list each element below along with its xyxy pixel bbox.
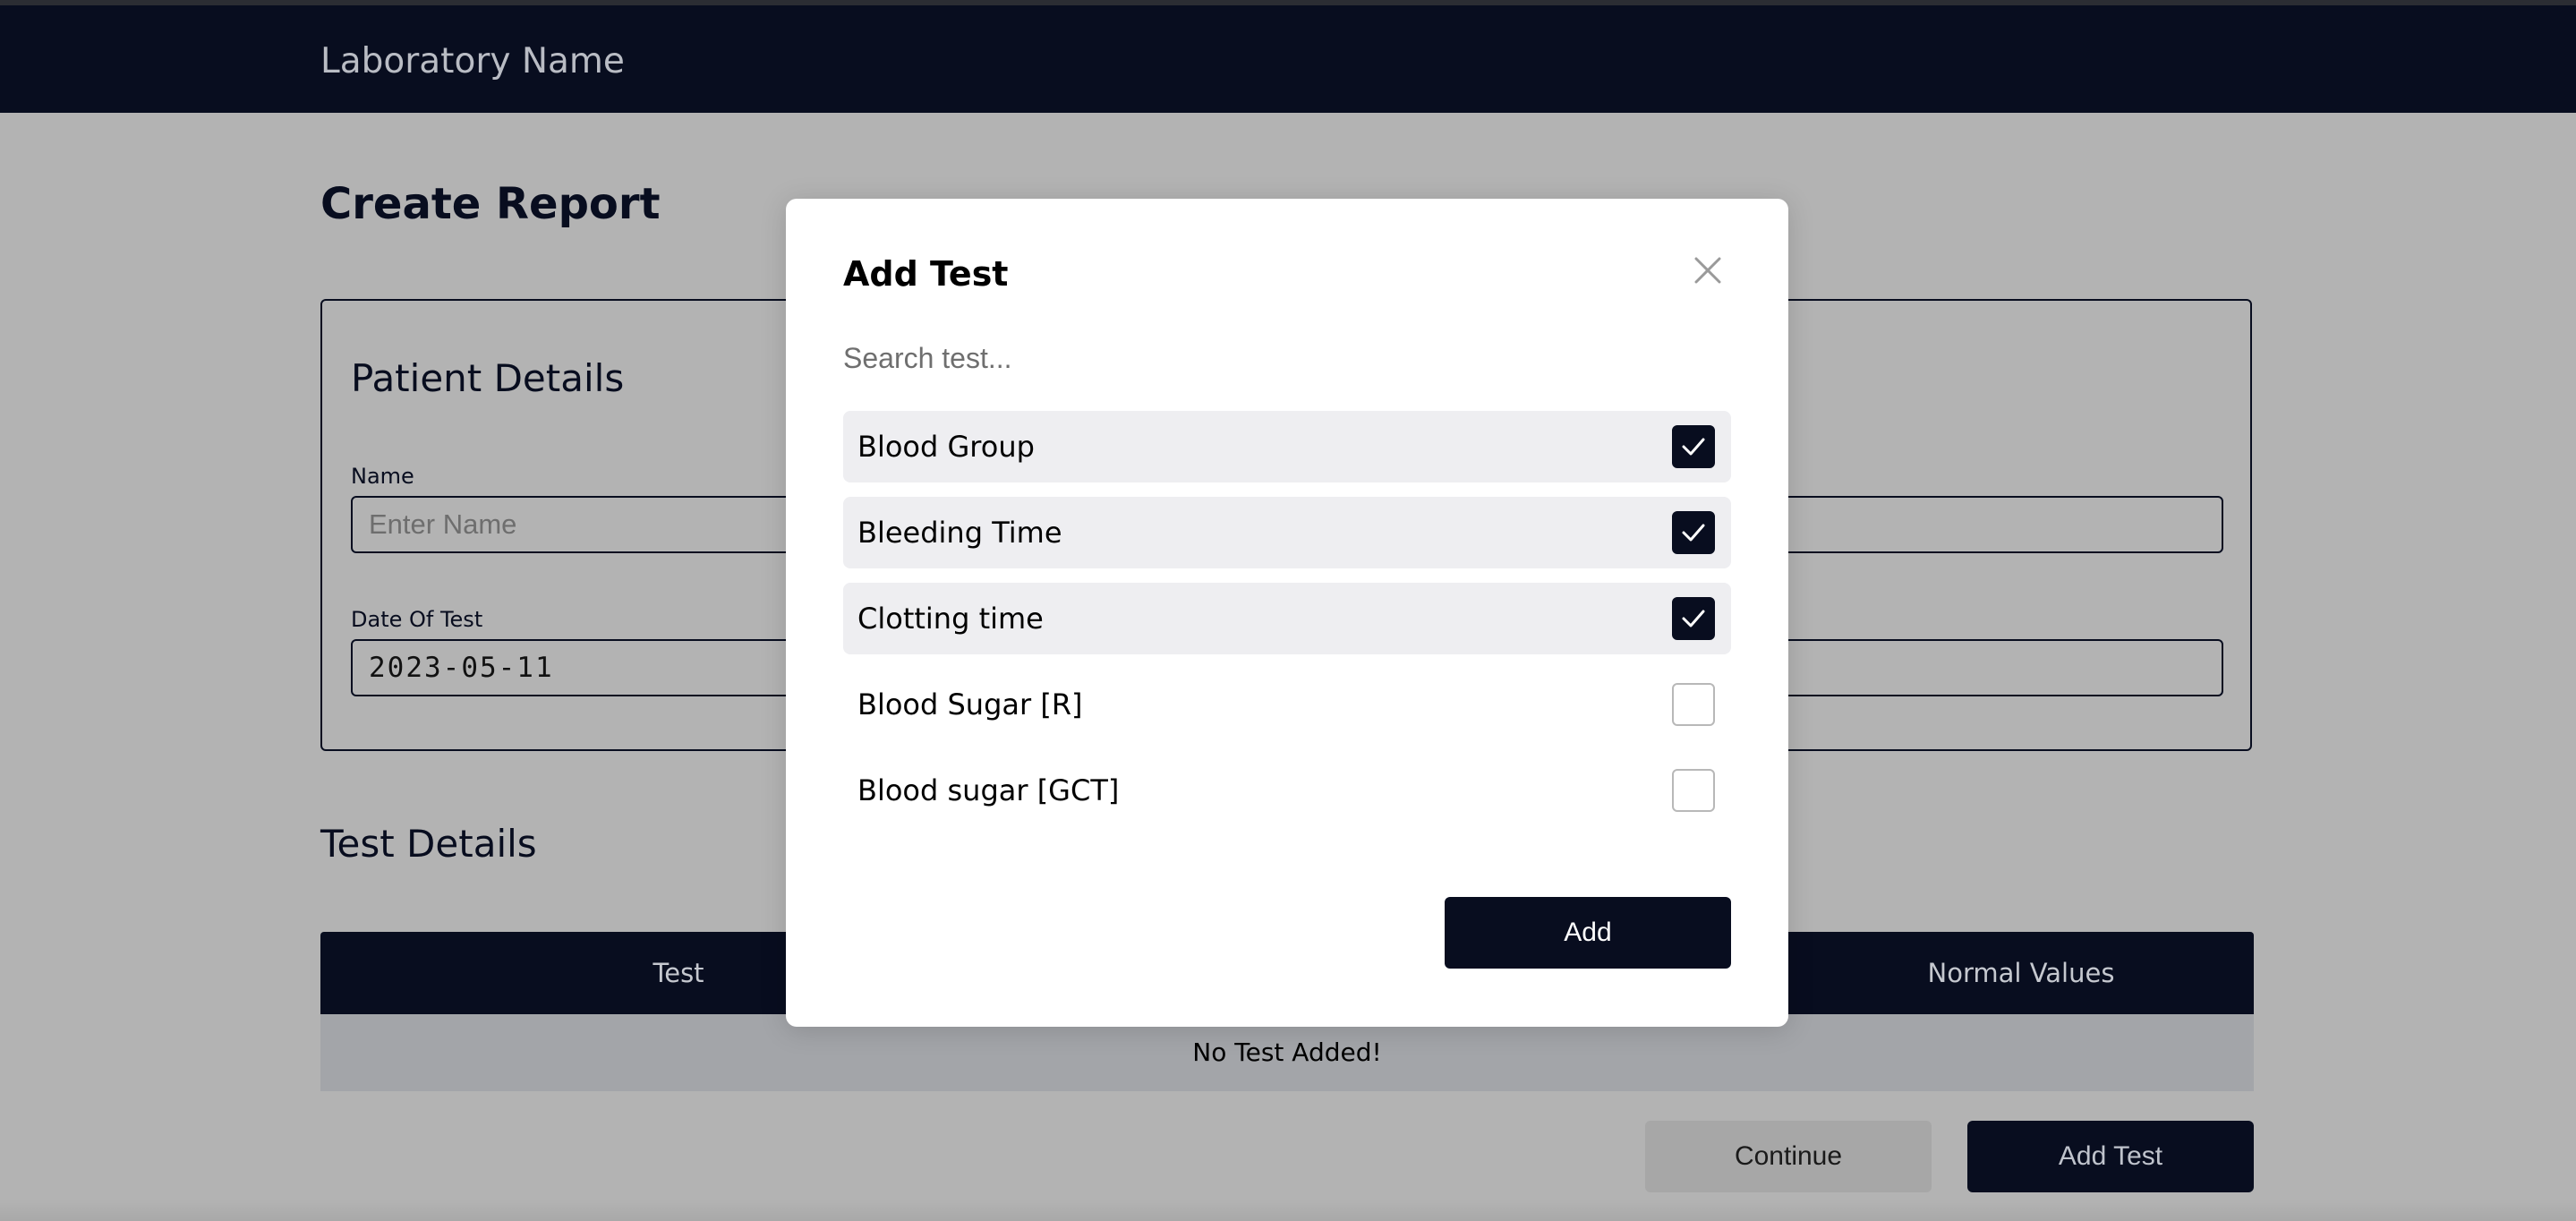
add-test-button[interactable]: Add Test <box>1967 1121 2254 1192</box>
page-title: Create Report <box>320 179 661 229</box>
test-option-blood-sugar-r[interactable]: Blood Sugar [R] <box>843 669 1731 740</box>
test-option-label: Bleeding Time <box>857 516 1062 550</box>
test-option-clotting-time[interactable]: Clotting time <box>843 583 1731 654</box>
add-button[interactable]: Add <box>1445 897 1731 969</box>
name-label: Name <box>351 464 414 489</box>
check-icon <box>1682 610 1705 628</box>
test-checkbox[interactable] <box>1672 683 1715 726</box>
continue-button[interactable]: Continue <box>1645 1121 1932 1192</box>
add-test-modal: Add Test Blood Group Bleeding Time Clott… <box>786 199 1788 1027</box>
test-checkbox[interactable] <box>1672 425 1715 468</box>
test-checkbox[interactable] <box>1672 511 1715 554</box>
patient-details-title: Patient Details <box>351 356 625 400</box>
close-button[interactable] <box>1690 252 1726 288</box>
check-icon <box>1682 524 1705 542</box>
close-icon <box>1694 257 1721 284</box>
bottom-shadow <box>0 1200 2576 1221</box>
test-option-label: Blood Sugar [R] <box>857 687 1083 722</box>
test-option-blood-sugar-gct[interactable]: Blood sugar [GCT] <box>843 755 1731 826</box>
test-option-label: Clotting time <box>857 602 1044 636</box>
test-details-title: Test Details <box>320 822 537 866</box>
test-option-blood-group[interactable]: Blood Group <box>843 411 1731 482</box>
column-header-normal-values: Normal Values <box>1927 958 2115 988</box>
brand-name[interactable]: Laboratory Name <box>320 41 625 81</box>
navbar: Laboratory Name <box>0 5 2576 113</box>
date-of-test-label: Date Of Test <box>351 607 483 632</box>
test-checkbox[interactable] <box>1672 597 1715 640</box>
test-option-label: Blood Group <box>857 430 1035 464</box>
search-test-input[interactable] <box>843 331 1729 385</box>
test-checkbox[interactable] <box>1672 769 1715 812</box>
check-icon <box>1682 438 1705 456</box>
test-option-bleeding-time[interactable]: Bleeding Time <box>843 497 1731 568</box>
test-option-label: Blood sugar [GCT] <box>857 773 1120 807</box>
modal-title: Add Test <box>843 254 1009 294</box>
